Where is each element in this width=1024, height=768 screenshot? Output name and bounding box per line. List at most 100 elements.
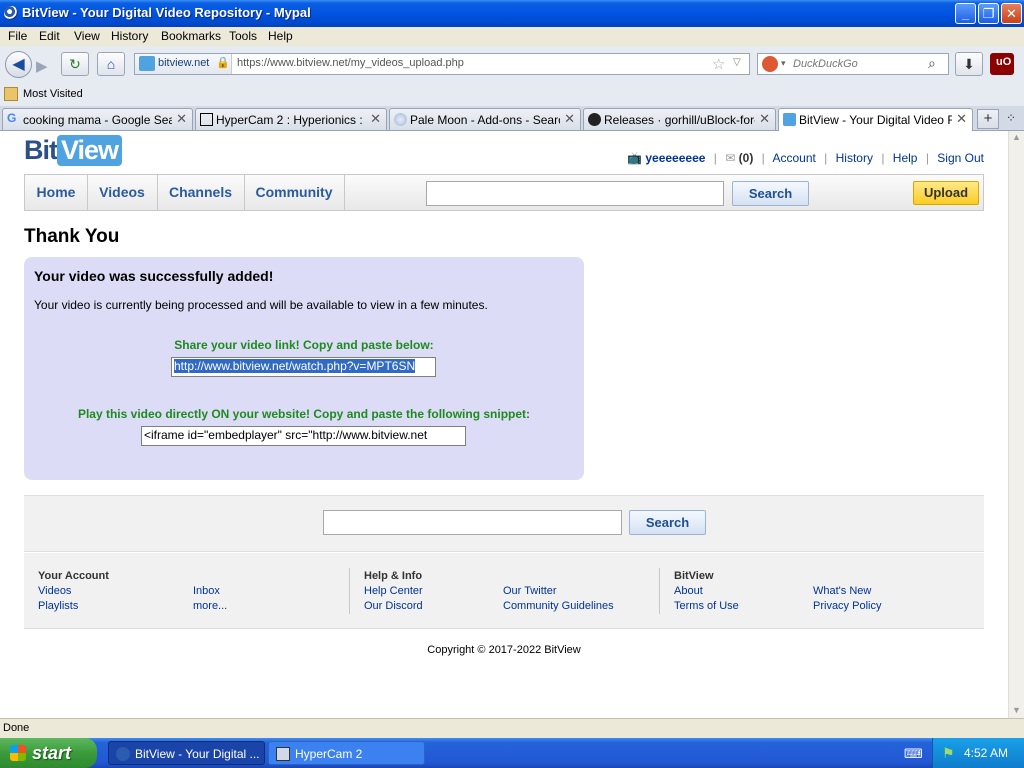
maximize-button[interactable]: ❐ (978, 3, 999, 24)
bookmarks-toolbar: Most Visited (0, 84, 1024, 106)
start-button[interactable]: start (0, 738, 97, 768)
footer-link-privacy[interactable]: Privacy Policy (813, 600, 881, 612)
footer-search-bar: Search (24, 495, 984, 552)
menu-view[interactable]: View (74, 29, 100, 43)
footer-link-help-center[interactable]: Help Center (364, 585, 423, 597)
ublock-button[interactable]: uO (990, 53, 1014, 75)
scroll-down-icon[interactable]: ▼ (1012, 705, 1021, 715)
footer-link-community-guidelines[interactable]: Community Guidelines (503, 600, 614, 612)
forward-button[interactable]: ▶ (36, 57, 48, 75)
sign-out-link[interactable]: Sign Out (937, 151, 984, 165)
taskbar-item-hypercam[interactable]: HyperCam 2 (268, 741, 425, 765)
nav-videos[interactable]: Videos (87, 175, 158, 210)
taskbar-item-label: BitView - Your Digital ... (135, 747, 260, 761)
minimize-button[interactable]: _ (955, 3, 976, 24)
reload-icon: ↻ (69, 56, 81, 72)
tab-bitview[interactable]: BitView - Your Digital Video R... ✕ (778, 108, 973, 131)
list-all-tabs-button[interactable]: ⁘ (1006, 111, 1016, 125)
footer-link-twitter[interactable]: Our Twitter (503, 585, 557, 597)
nav-community[interactable]: Community (244, 175, 345, 210)
bookmark-star-icon[interactable]: ☆ (712, 55, 725, 73)
system-tray: ⚑ 4:52 AM (932, 738, 1024, 768)
network-tray-icon[interactable]: ⚑ (942, 745, 955, 762)
pale-moon-favicon (394, 113, 407, 126)
url-bar[interactable]: bitview.net 🔒 https://www.bitview.net/my… (134, 53, 750, 75)
window-title-bar[interactable]: BitView - Your Digital Video Repository … (0, 0, 1024, 27)
back-button[interactable]: ◀ (5, 51, 32, 78)
footer-link-about[interactable]: About (674, 585, 703, 597)
separator: | (713, 151, 717, 165)
menu-help[interactable]: Help (268, 29, 293, 43)
menu-bar: File Edit View History Bookmarks Tools H… (0, 27, 1024, 46)
tab-close-icon[interactable]: ✕ (176, 111, 187, 127)
share-link-field[interactable]: http://www.bitview.net/watch.php?v=MPT6S… (171, 357, 436, 377)
taskbar-clock[interactable]: 4:52 AM (964, 746, 1008, 760)
footer-link-discord[interactable]: Our Discord (364, 600, 423, 612)
tab-label: HyperCam 2 : Hyperionics : F... (216, 113, 366, 127)
downloads-button[interactable]: ⬇ (955, 52, 983, 76)
footer-link-more[interactable]: more... (193, 600, 227, 612)
inbox-count[interactable]: (0) (739, 151, 754, 165)
tab-pale-moon-addons[interactable]: Pale Moon - Add-ons - Search... ✕ (389, 108, 581, 130)
status-bar: Done (0, 718, 1024, 738)
nav-home[interactable]: Home (25, 175, 88, 210)
taskbar-item-label: HyperCam 2 (295, 747, 363, 761)
tab-google-search[interactable]: G cooking mama - Google Search ✕ (2, 108, 193, 130)
footer-link-inbox[interactable]: Inbox (193, 585, 220, 597)
menu-tools[interactable]: Tools (229, 29, 257, 43)
footer-link-whats-new[interactable]: What's New (813, 585, 871, 597)
tab-close-icon[interactable]: ✕ (564, 111, 575, 127)
url-text[interactable]: https://www.bitview.net/my_videos_upload… (237, 57, 464, 69)
bitview-logo[interactable]: Bit View (24, 135, 123, 166)
vertical-scrollbar[interactable]: ▲ ▼ (1008, 131, 1024, 718)
user-top-links: 📺 yeeeeeeee | ✉ (0) | Account | History … (627, 151, 984, 165)
upload-button[interactable]: Upload (913, 181, 979, 205)
site-search-button[interactable]: Search (732, 181, 809, 206)
share-link-text: http://www.bitview.net/watch.php?v=MPT6S… (174, 359, 416, 373)
tab-hypercam[interactable]: HyperCam 2 : Hyperionics : F... ✕ (195, 108, 387, 130)
tab-label: Pale Moon - Add-ons - Search... (410, 113, 560, 127)
menu-history[interactable]: History (111, 29, 148, 43)
tab-close-icon[interactable]: ✕ (759, 111, 770, 127)
url-dropdown-icon[interactable]: ▽ (733, 57, 741, 68)
tab-close-icon[interactable]: ✕ (370, 111, 381, 127)
username-link[interactable]: yeeeeeeee (645, 151, 705, 165)
footer-link-videos[interactable]: Videos (38, 585, 71, 597)
footer-link-terms[interactable]: Terms of Use (674, 600, 739, 612)
hypercam-taskbar-icon (276, 747, 290, 761)
footer-link-playlists[interactable]: Playlists (38, 600, 78, 612)
footer-search-input[interactable] (323, 510, 622, 535)
browser-search-box[interactable]: ▾ DuckDuckGo ⌕ (757, 53, 949, 75)
footer-search-button[interactable]: Search (629, 510, 706, 535)
identity-domain: bitview.net (158, 57, 210, 69)
tab-github-releases[interactable]: Releases · gorhill/uBlock-for-f... ✕ (583, 108, 776, 130)
success-message: Your video is currently being processed … (34, 298, 488, 312)
new-tab-button[interactable]: + (977, 109, 999, 129)
start-label: start (32, 743, 72, 763)
search-magnifier-icon[interactable]: ⌕ (928, 55, 936, 72)
menu-edit[interactable]: Edit (39, 29, 60, 43)
back-arrow-icon: ◀ (12, 56, 25, 73)
reload-button[interactable]: ↻ (61, 52, 89, 76)
mail-envelope-icon[interactable]: ✉ (725, 151, 735, 165)
site-search-input[interactable] (426, 181, 724, 206)
tab-close-icon[interactable]: ✕ (956, 111, 967, 127)
history-link[interactable]: History (836, 151, 873, 165)
engine-dropdown-icon[interactable]: ▾ (781, 58, 786, 69)
menu-bookmarks[interactable]: Bookmarks (161, 29, 221, 43)
close-window-button[interactable]: ✕ (1001, 3, 1022, 24)
embed-snippet-field[interactable]: <iframe id="embedplayer" src="http://www… (141, 426, 466, 446)
help-link[interactable]: Help (893, 151, 918, 165)
home-button[interactable]: ⌂ (97, 52, 125, 76)
account-link[interactable]: Account (772, 151, 815, 165)
site-identity-button[interactable]: bitview.net 🔒 (135, 54, 232, 74)
scroll-up-icon[interactable]: ▲ (1012, 132, 1021, 142)
menu-file[interactable]: File (8, 29, 27, 43)
nav-channels[interactable]: Channels (157, 175, 245, 210)
keyboard-tray-icon[interactable]: ⌨ (904, 746, 923, 762)
taskbar-item-bitview[interactable]: BitView - Your Digital ... (108, 741, 265, 765)
most-visited-bookmark[interactable]: Most Visited (23, 88, 83, 100)
embed-snippet-label: Play this video directly ON your website… (77, 407, 531, 421)
logo-view-text: View (57, 135, 123, 166)
duckduckgo-engine-icon[interactable] (762, 56, 778, 72)
